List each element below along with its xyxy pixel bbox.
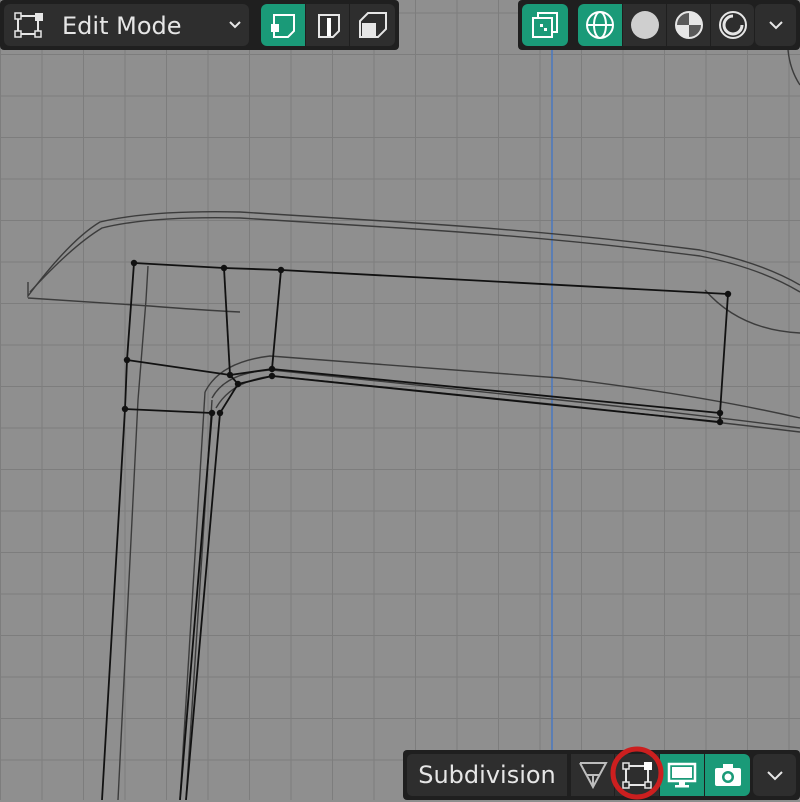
material-preview-icon <box>674 11 703 39</box>
monitor-icon <box>667 762 697 788</box>
viewport-grid <box>0 0 800 800</box>
edge-select-button[interactable] <box>306 4 349 46</box>
vertex <box>716 418 724 426</box>
vertex <box>268 365 276 373</box>
leg-inner-edge-1 <box>179 391 206 800</box>
chevron-down-icon <box>768 21 783 30</box>
cage-vertices <box>121 259 732 426</box>
mesh-overlay-icon <box>532 12 558 38</box>
realtime-display-toggle[interactable] <box>660 754 704 796</box>
vertex <box>268 372 276 380</box>
edge-select-icon <box>317 14 340 38</box>
shading-material-button[interactable] <box>667 4 710 46</box>
vertex <box>216 409 224 417</box>
shading-rendered-button[interactable] <box>711 4 754 46</box>
chevron-down-icon <box>227 16 243 36</box>
vertex <box>277 266 285 274</box>
render-toggle[interactable] <box>705 754 750 796</box>
vertex <box>220 264 228 272</box>
chair-back-cutout <box>704 289 800 334</box>
overlay-toggle-button[interactable] <box>522 4 568 46</box>
solid-sphere-icon <box>630 11 659 39</box>
face-select-icon <box>358 12 387 38</box>
3d-viewport[interactable] <box>0 0 800 800</box>
leg-left-edge-outer <box>117 265 149 800</box>
vertex <box>716 409 724 417</box>
mesh-wireframe <box>27 211 800 800</box>
vertex-select-icon <box>271 14 295 38</box>
vertex <box>130 259 138 267</box>
shading-options-dropdown[interactable] <box>755 4 796 46</box>
vertex <box>234 380 242 388</box>
modifier-bar: Subdivision <box>403 750 800 800</box>
shading-solid-button[interactable] <box>623 4 666 46</box>
face-select-button[interactable] <box>350 4 395 46</box>
vertex <box>226 371 234 379</box>
modifier-options-dropdown[interactable] <box>753 754 796 796</box>
vertex <box>121 405 129 413</box>
mode-dropdown[interactable]: Edit Mode <box>4 4 249 46</box>
arm-lower-edge <box>215 375 800 433</box>
header-right-bar <box>518 0 800 50</box>
vertex <box>208 409 216 417</box>
camera-icon <box>714 764 741 786</box>
wireframe-globe-icon <box>586 11 614 39</box>
vertex <box>724 290 732 298</box>
vertex-select-button[interactable] <box>261 4 305 46</box>
mode-label: Edit Mode <box>62 12 182 40</box>
highlight-circle <box>610 746 664 800</box>
modifier-name-field[interactable]: Subdivision <box>407 754 567 796</box>
vertex <box>123 356 131 364</box>
edit-mode-icon <box>14 10 46 44</box>
on-cage-icon <box>578 762 608 790</box>
header-left-bar: Edit Mode <box>0 0 399 50</box>
chevron-down-icon <box>766 771 783 781</box>
corner-object-edge <box>787 49 800 86</box>
shading-wireframe-button[interactable] <box>578 4 622 46</box>
rendered-icon <box>718 11 747 39</box>
